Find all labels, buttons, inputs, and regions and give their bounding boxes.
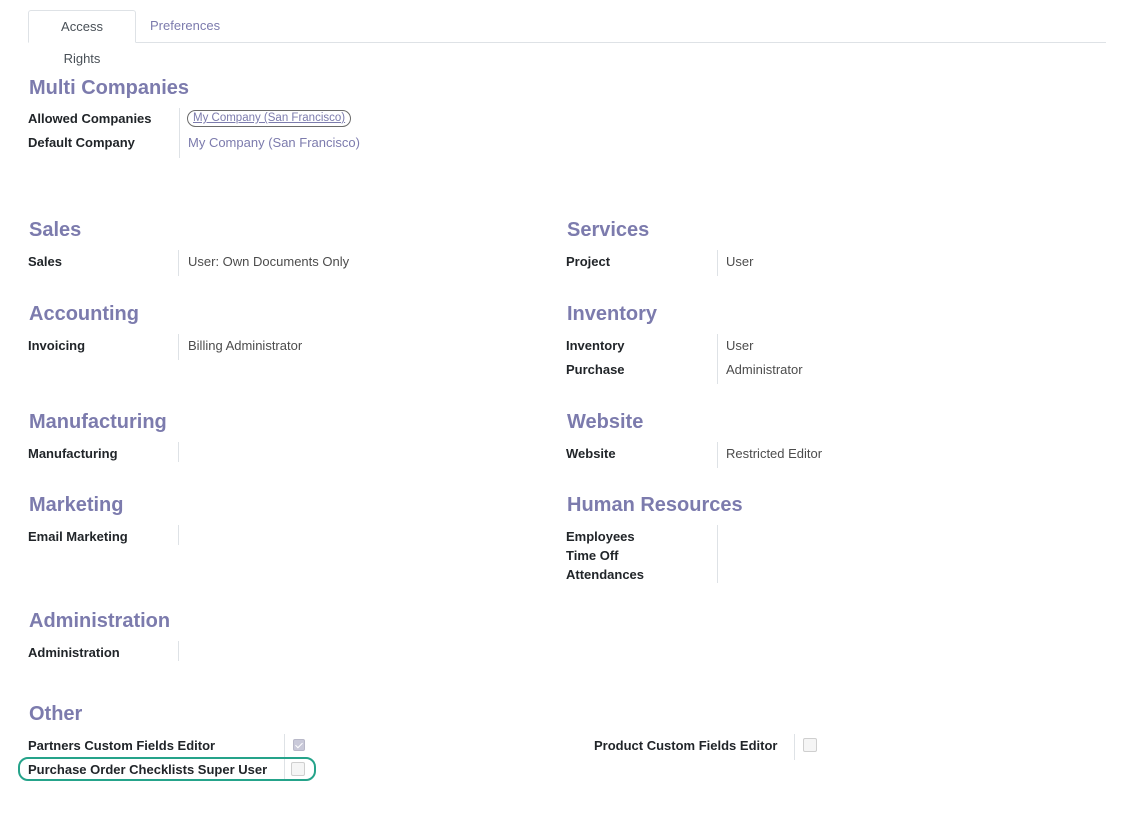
- field-divider: [178, 442, 179, 462]
- section-title-multi-companies: Multi Companies: [29, 77, 190, 99]
- field-divider: [717, 525, 718, 583]
- attendances-label: Attendances: [566, 567, 645, 582]
- partners-custom-fields-checkbox[interactable]: [293, 739, 305, 751]
- allowed-company-tag[interactable]: My Company (San Francisco): [187, 110, 352, 127]
- field-divider: [178, 334, 179, 360]
- inventory-value-select[interactable]: User: [726, 338, 753, 353]
- time-off-label: Time Off: [566, 548, 619, 563]
- section-title-marketing: Marketing: [29, 494, 124, 516]
- section-title-services: Services: [567, 219, 650, 241]
- website-value-select[interactable]: Restricted Editor: [726, 446, 822, 461]
- employees-label: Employees: [566, 529, 635, 544]
- section-title-other: Other: [29, 703, 83, 725]
- section-title-inventory: Inventory: [567, 303, 658, 325]
- invoicing-label: Invoicing: [28, 338, 86, 353]
- notebook-tabs: Access Rights Preferences: [28, 10, 1106, 66]
- field-divider: [178, 641, 179, 661]
- section-title-manufacturing: Manufacturing: [29, 411, 167, 433]
- tab-access-rights[interactable]: Access Rights: [28, 10, 136, 66]
- tab-preferences[interactable]: Preferences: [138, 10, 232, 42]
- field-divider: [717, 250, 718, 276]
- field-divider: [178, 525, 179, 545]
- section-title-administration: Administration: [29, 610, 171, 632]
- purchase-value-select[interactable]: Administrator: [726, 362, 803, 377]
- field-divider: [794, 734, 795, 760]
- manufacturing-label: Manufacturing: [28, 446, 118, 461]
- highlight-outline: [18, 757, 316, 781]
- allowed-companies-label: Allowed Companies: [28, 111, 152, 126]
- inventory-label: Inventory: [566, 338, 625, 353]
- product-custom-fields-checkbox[interactable]: [803, 738, 817, 752]
- field-divider: [717, 442, 718, 468]
- field-divider: [178, 250, 179, 276]
- section-title-sales: Sales: [29, 219, 82, 241]
- field-divider: [717, 334, 718, 384]
- project-value-select[interactable]: User: [726, 254, 753, 269]
- default-company-link[interactable]: My Company (San Francisco): [188, 135, 360, 150]
- administration-label: Administration: [28, 645, 120, 660]
- project-label: Project: [566, 254, 611, 269]
- default-company-label: Default Company: [28, 135, 135, 150]
- product-custom-fields-label: Product Custom Fields Editor: [594, 738, 778, 753]
- invoicing-value-select[interactable]: Billing Administrator: [188, 338, 302, 353]
- field-divider: [179, 108, 180, 158]
- section-title-website: Website: [567, 411, 644, 433]
- sales-label: Sales: [28, 254, 62, 269]
- purchase-label: Purchase: [566, 362, 625, 377]
- email-marketing-label: Email Marketing: [28, 529, 128, 544]
- partners-custom-fields-label: Partners Custom Fields Editor: [28, 738, 216, 753]
- section-title-human-resources: Human Resources: [567, 494, 743, 516]
- website-label: Website: [566, 446, 616, 461]
- section-title-accounting: Accounting: [29, 303, 139, 325]
- sales-value-select[interactable]: User: Own Documents Only: [188, 254, 349, 269]
